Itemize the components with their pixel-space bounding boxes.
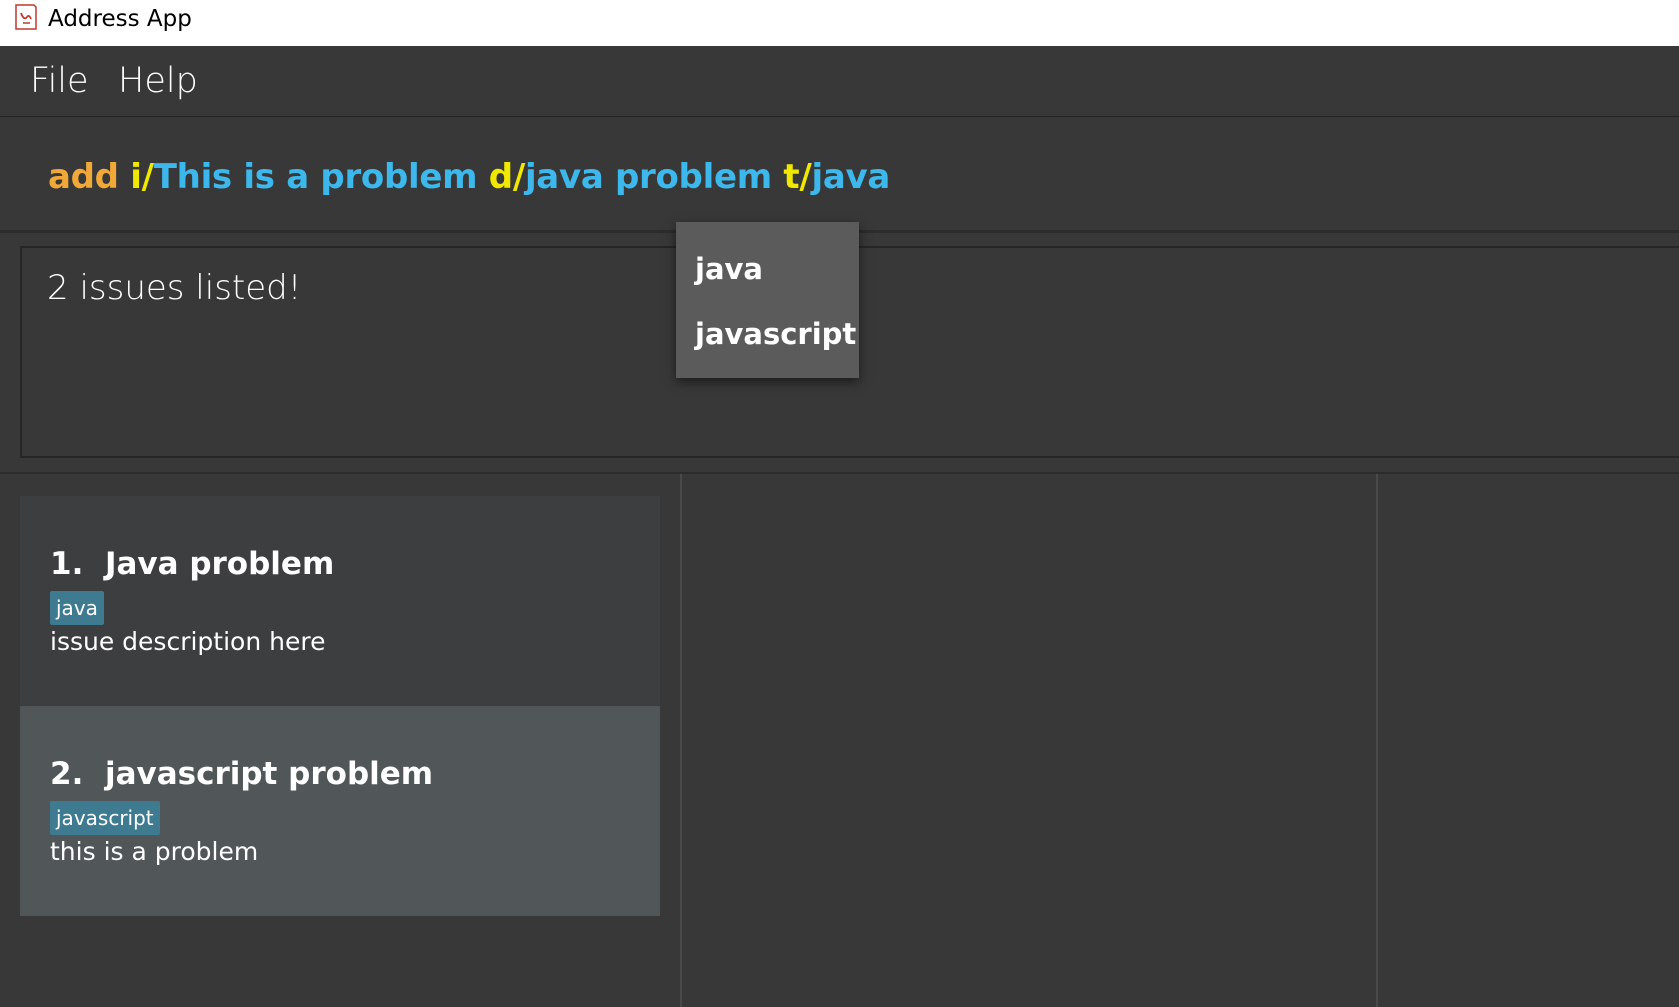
column-divider[interactable] [680, 474, 682, 1007]
command-input[interactable]: add i/This is a problem d/java problem t… [48, 157, 890, 197]
issue-name: javascript problem [104, 756, 434, 792]
issue-title: 1. Java problem [50, 546, 334, 582]
divider [0, 472, 1679, 474]
issue-index: 1. [50, 546, 84, 582]
command-word: add [48, 157, 119, 197]
description-prefix: d/ [488, 157, 525, 197]
issue-tag: java [50, 591, 104, 625]
column-divider[interactable] [1376, 474, 1378, 1007]
command-space [477, 157, 489, 197]
issue-card-selected[interactable]: 2. javascript problem javascript this is… [20, 706, 660, 916]
autocomplete-option-javascript[interactable]: javascript [695, 317, 856, 351]
tag-prefix: t/ [783, 157, 812, 197]
menu-file[interactable]: File [30, 61, 89, 101]
issue-value: This is a problem [153, 157, 478, 197]
window-title: Address App [48, 6, 192, 32]
issue-card[interactable]: 1. Java problem java issue description h… [20, 496, 660, 706]
issue-name: Java problem [104, 546, 335, 582]
command-space [772, 157, 784, 197]
description-value: java problem [524, 157, 772, 197]
result-message: 2 issues listed! [47, 268, 302, 308]
menu-help[interactable]: Help [118, 61, 198, 101]
command-box: add i/This is a problem d/java problem t… [0, 117, 1679, 233]
title-bar: Address App [0, 0, 1679, 46]
command-space [119, 157, 131, 197]
issue-description: issue description here [50, 627, 326, 656]
autocomplete-option-java[interactable]: java [695, 252, 763, 286]
issue-prefix: i/ [130, 157, 154, 197]
menu-bar: File Help [0, 46, 1679, 117]
issue-index: 2. [50, 756, 84, 792]
tag-value: java [811, 157, 890, 197]
autocomplete-popup: java javascript [676, 222, 859, 378]
issue-description: this is a problem [50, 837, 259, 866]
issue-tag: javascript [50, 801, 160, 835]
issue-title: 2. javascript problem [50, 756, 433, 792]
address-book-icon [15, 4, 37, 30]
